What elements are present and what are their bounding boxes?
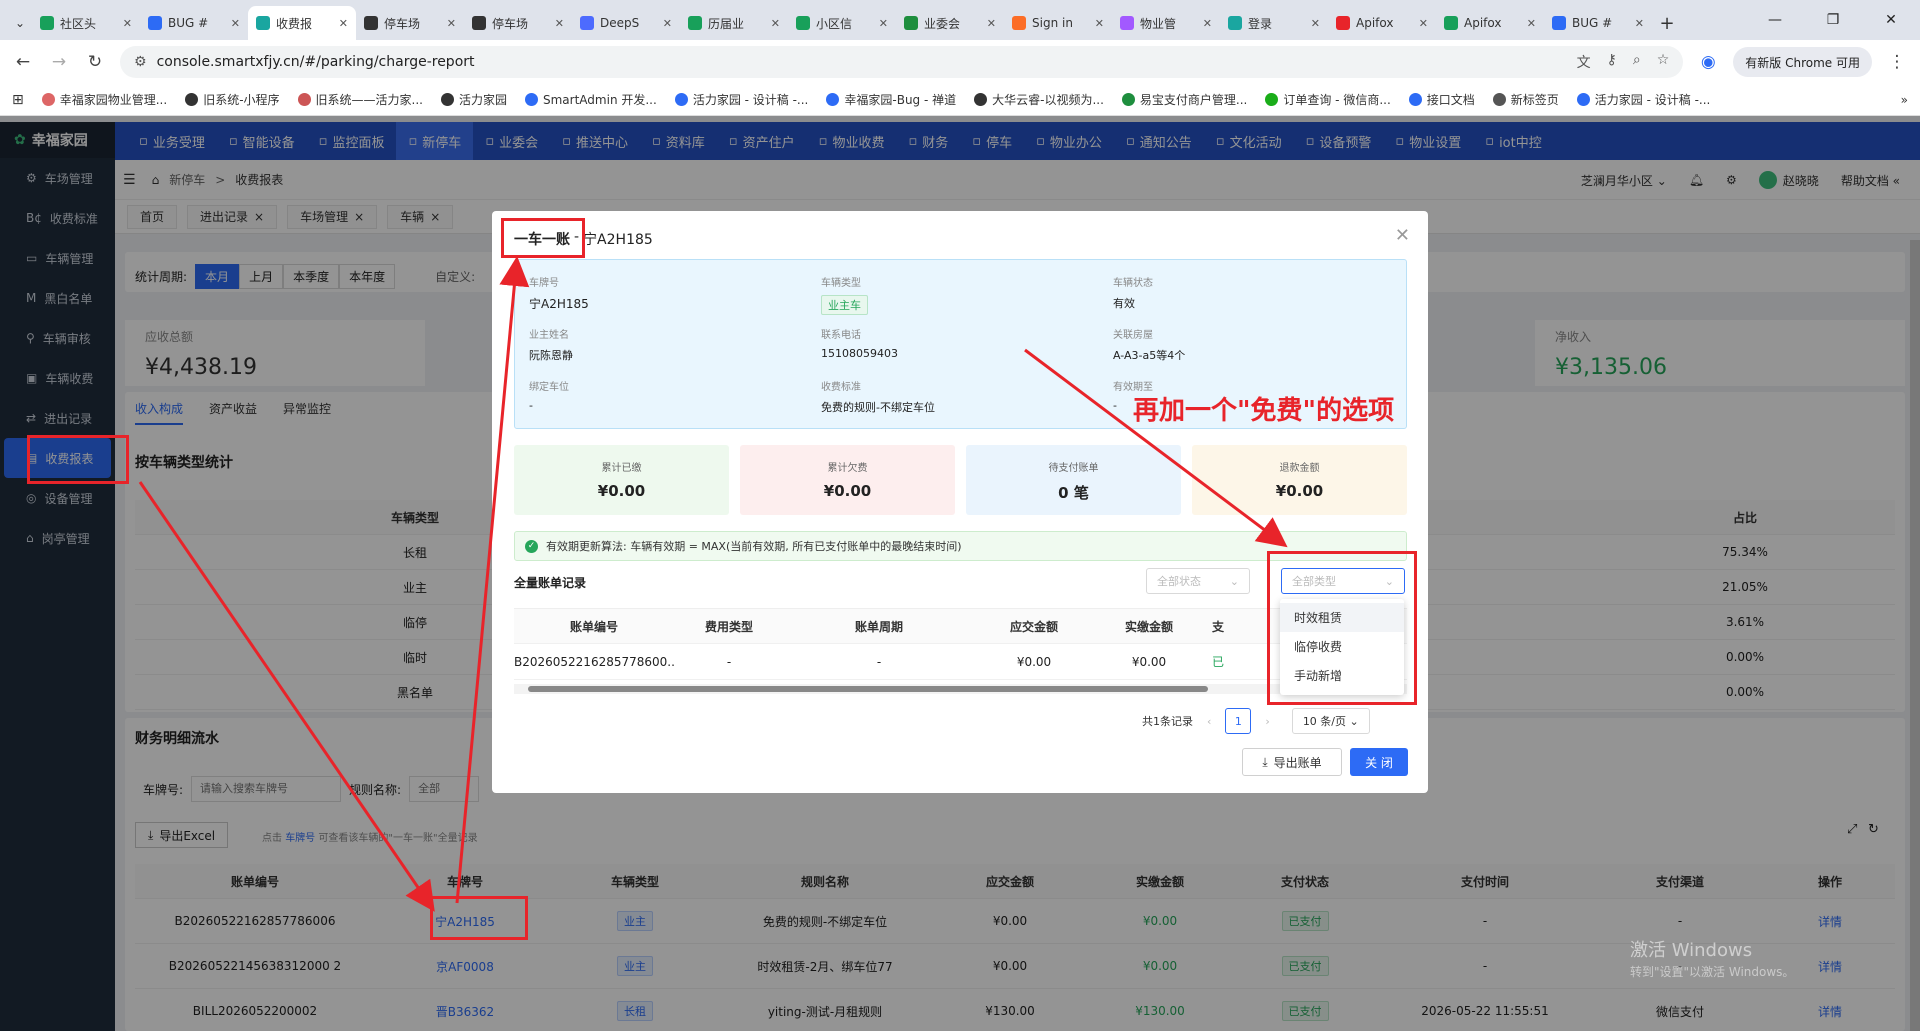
annotation-box-dropdown bbox=[1267, 551, 1417, 705]
annotation-box-plate bbox=[430, 896, 528, 940]
arrow-plate-to-title bbox=[455, 256, 530, 904]
windows-activation-title: 激活 Windows bbox=[1630, 940, 1753, 961]
arrow-sidebar-to-plate bbox=[138, 481, 435, 912]
arrow-to-dropdown bbox=[1024, 348, 1288, 548]
annotation-arrows bbox=[138, 256, 1288, 912]
annotation-box-sidebar bbox=[27, 435, 129, 484]
annotation-text: 再加一个"免费"的选项 bbox=[1133, 396, 1395, 426]
windows-activation-hint: 转到"设置"以激活 Windows。 bbox=[1630, 965, 1795, 979]
annotation-box-title bbox=[501, 218, 585, 258]
